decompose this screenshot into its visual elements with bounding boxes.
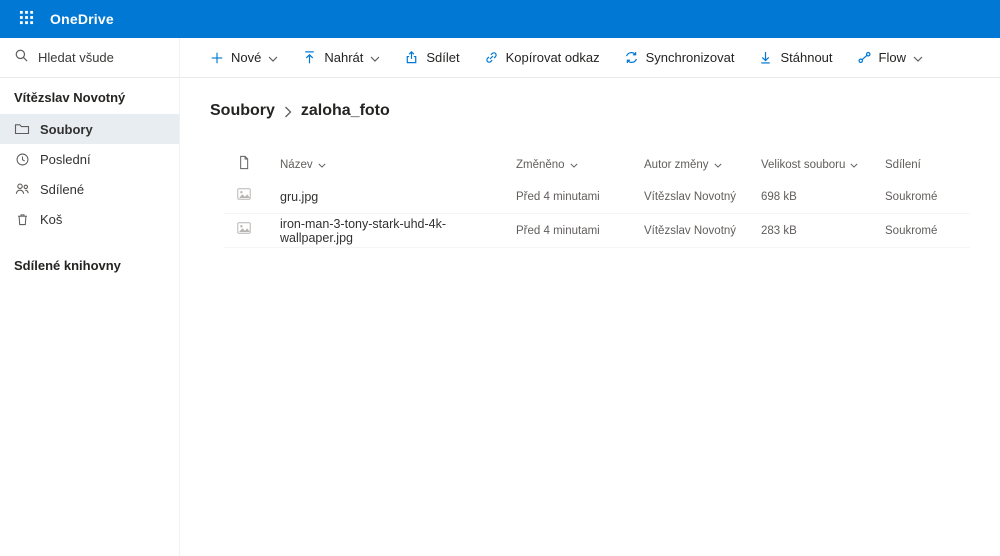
file-sharing[interactable]: Soukromé (873, 225, 970, 237)
file-icon-cell (224, 186, 264, 207)
file-sharing[interactable]: Soukromé (873, 191, 970, 203)
sidebar-item-posledni[interactable]: Poslední (0, 144, 179, 174)
chevron-down-icon (913, 56, 923, 62)
sort-chevron-icon (318, 159, 326, 171)
command-bar: Nové Nahrát (180, 38, 1000, 78)
column-header-velikost-souboru[interactable]: Velikost souboru (749, 159, 873, 171)
search-icon (14, 48, 29, 68)
sidebar-item-label: Poslední (40, 152, 91, 167)
file-name[interactable]: iron-man-3-tony-stark-uhd-4k-wallpaper.j… (264, 217, 504, 245)
trash-icon (14, 212, 30, 227)
flow-icon (857, 50, 872, 65)
file-author: Vítězslav Novotný (632, 191, 749, 203)
file-size: 698 kB (749, 191, 873, 203)
sidebar-item-label: Soubory (40, 122, 93, 137)
new-button-label: Nové (231, 50, 261, 65)
download-icon (758, 50, 773, 65)
file-type-column-icon-cell[interactable] (224, 155, 264, 175)
sort-chevron-icon (714, 159, 722, 171)
upload-icon (302, 50, 317, 65)
chevron-right-icon (284, 106, 292, 118)
upload-button-label: Nahrát (324, 50, 363, 65)
download-button-label: Stáhnout (780, 50, 832, 65)
plus-icon (210, 51, 224, 65)
clock-icon (14, 152, 30, 167)
people-icon (14, 181, 30, 197)
sync-button[interactable]: Synchronizovat (624, 50, 735, 65)
file-size: 283 kB (749, 225, 873, 237)
breadcrumb-item-zaloha-foto[interactable]: zaloha_foto (301, 102, 390, 120)
upload-button[interactable]: Nahrát (302, 50, 380, 65)
file-modified: Před 4 minutami (504, 225, 632, 237)
column-header-autor-zmeny[interactable]: Autor změny (632, 159, 749, 171)
table-row[interactable]: gru.jpg Před 4 minutami Vítězslav Novotn… (224, 180, 970, 214)
share-icon (404, 50, 419, 65)
table-row[interactable]: iron-man-3-tony-stark-uhd-4k-wallpaper.j… (224, 214, 970, 248)
share-button[interactable]: Sdílet (404, 50, 459, 65)
chevron-down-icon (268, 56, 278, 62)
file-table: Název Změněno Autor změny Velikost (210, 150, 970, 248)
sidebar-item-label: Sdílené (40, 182, 84, 197)
copy-link-button[interactable]: Kopírovat odkaz (484, 50, 600, 65)
content-area: Soubory zaloha_foto (180, 78, 1000, 248)
main-area: Nové Nahrát (180, 38, 1000, 556)
image-file-icon (236, 186, 252, 207)
sync-button-label: Synchronizovat (646, 50, 735, 65)
download-button[interactable]: Stáhnout (758, 50, 832, 65)
app-launcher-button[interactable] (10, 3, 42, 35)
shared-libraries-heading: Sdílené knihovny (0, 234, 179, 273)
app-header: OneDrive (0, 0, 1000, 38)
sidebar-item-sdilene[interactable]: Sdílené (0, 174, 179, 204)
copy-link-button-label: Kopírovat odkaz (506, 50, 600, 65)
sidebar: Hledat všude Vítězslav Novotný Soubory (0, 38, 180, 556)
file-modified: Před 4 minutami (504, 191, 632, 203)
file-name[interactable]: gru.jpg (264, 190, 504, 204)
file-icon-cell (224, 220, 264, 241)
file-author: Vítězslav Novotný (632, 225, 749, 237)
folder-icon (14, 121, 30, 137)
sidebar-nav: Soubory Poslední (0, 114, 179, 234)
sidebar-item-soubory[interactable]: Soubory (0, 114, 179, 144)
sidebar-item-kos[interactable]: Koš (0, 204, 179, 234)
breadcrumb: Soubory zaloha_foto (210, 100, 970, 122)
column-header-zmeneno[interactable]: Změněno (504, 159, 632, 171)
app-title[interactable]: OneDrive (50, 11, 114, 27)
sync-icon (624, 50, 639, 65)
sort-chevron-icon (570, 159, 578, 171)
user-name: Vítězslav Novotný (0, 78, 179, 114)
search-box[interactable]: Hledat všude (0, 38, 179, 78)
document-icon (237, 155, 251, 175)
sidebar-item-label: Koš (40, 212, 62, 227)
table-header-row: Název Změněno Autor změny Velikost (224, 150, 970, 180)
sort-chevron-icon (850, 159, 858, 171)
new-button[interactable]: Nové (210, 50, 278, 65)
share-button-label: Sdílet (426, 50, 459, 65)
waffle-icon (19, 10, 34, 28)
link-icon (484, 50, 499, 65)
column-header-sdileni[interactable]: Sdílení (873, 159, 970, 171)
image-file-icon (236, 220, 252, 241)
column-header-nazev[interactable]: Název (264, 159, 504, 171)
flow-button-label: Flow (879, 50, 906, 65)
breadcrumb-item-soubory[interactable]: Soubory (210, 102, 275, 120)
onedrive-page: OneDrive Hledat všude Vítězslav Novotný (0, 0, 1000, 556)
chevron-down-icon (370, 56, 380, 62)
search-label: Hledat všude (38, 50, 114, 65)
flow-button[interactable]: Flow (857, 50, 923, 65)
